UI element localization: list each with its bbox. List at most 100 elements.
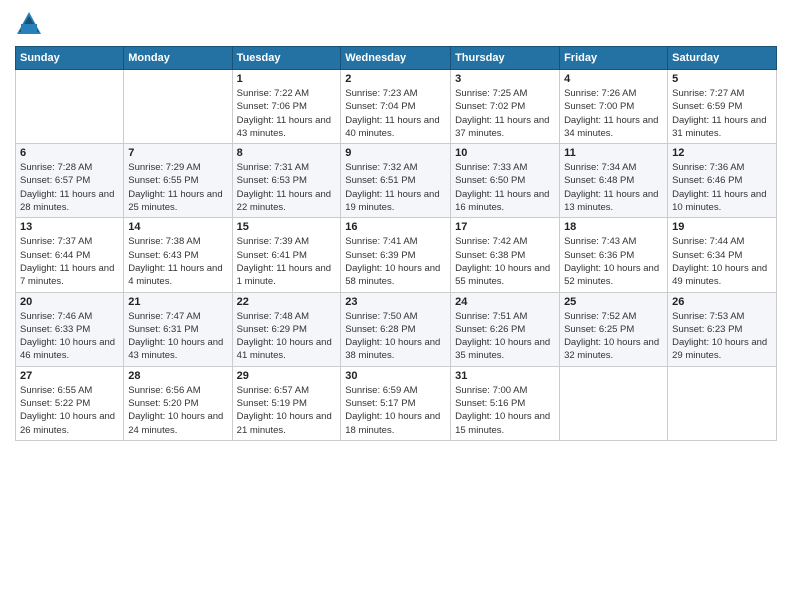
day-number: 5 <box>672 73 772 85</box>
day-number: 24 <box>455 296 555 308</box>
calendar-cell: 9 Sunrise: 7:32 AM Sunset: 6:51 PM Daylig… <box>341 144 451 218</box>
day-info: Sunrise: 7:25 AM Sunset: 7:02 PM Dayligh… <box>455 87 555 140</box>
day-number: 22 <box>237 296 337 308</box>
week-row-5: 27 Sunrise: 6:55 AM Sunset: 5:22 PM Dayli… <box>16 366 777 440</box>
day-number: 9 <box>345 147 446 159</box>
logo <box>15 10 47 38</box>
day-info: Sunrise: 7:43 AM Sunset: 6:36 PM Dayligh… <box>564 235 663 288</box>
calendar-cell: 28 Sunrise: 6:56 AM Sunset: 5:20 PM Dayli… <box>124 366 232 440</box>
day-number: 6 <box>20 147 119 159</box>
day-number: 20 <box>20 296 119 308</box>
day-info: Sunrise: 7:41 AM Sunset: 6:39 PM Dayligh… <box>345 235 446 288</box>
day-number: 4 <box>564 73 663 85</box>
col-header-monday: Monday <box>124 47 232 70</box>
week-row-1: 1 Sunrise: 7:22 AM Sunset: 7:06 PM Daylig… <box>16 70 777 144</box>
calendar-cell: 7 Sunrise: 7:29 AM Sunset: 6:55 PM Daylig… <box>124 144 232 218</box>
day-info: Sunrise: 7:44 AM Sunset: 6:34 PM Dayligh… <box>672 235 772 288</box>
day-info: Sunrise: 7:37 AM Sunset: 6:44 PM Dayligh… <box>20 235 119 288</box>
day-info: Sunrise: 7:29 AM Sunset: 6:55 PM Dayligh… <box>128 161 227 214</box>
calendar-cell <box>560 366 668 440</box>
week-row-3: 13 Sunrise: 7:37 AM Sunset: 6:44 PM Dayli… <box>16 218 777 292</box>
header-row: SundayMondayTuesdayWednesdayThursdayFrid… <box>16 47 777 70</box>
calendar-cell: 22Sunrise: 7:48 AM Sunset: 6:29 PM Dayli… <box>232 292 341 366</box>
day-info: Sunrise: 7:23 AM Sunset: 7:04 PM Dayligh… <box>345 87 446 140</box>
calendar-cell: 31 Sunrise: 7:00 AM Sunset: 5:16 PM Dayli… <box>451 366 560 440</box>
day-number: 7 <box>128 147 227 159</box>
calendar-table: SundayMondayTuesdayWednesdayThursdayFrid… <box>15 46 777 441</box>
calendar-cell <box>668 366 777 440</box>
col-header-wednesday: Wednesday <box>341 47 451 70</box>
day-info: Sunrise: 7:51 AM Sunset: 6:26 PM Dayligh… <box>455 310 555 363</box>
calendar-cell: 3 Sunrise: 7:25 AM Sunset: 7:02 PM Daylig… <box>451 70 560 144</box>
day-number: 26 <box>672 296 772 308</box>
day-info: Sunrise: 7:42 AM Sunset: 6:38 PM Dayligh… <box>455 235 555 288</box>
day-info: Sunrise: 7:00 AM Sunset: 5:16 PM Dayligh… <box>455 384 555 437</box>
calendar-cell: 11 Sunrise: 7:34 AM Sunset: 6:48 PM Dayli… <box>560 144 668 218</box>
calendar-cell: 1 Sunrise: 7:22 AM Sunset: 7:06 PM Daylig… <box>232 70 341 144</box>
calendar-cell: 4Sunrise: 7:26 AM Sunset: 7:00 PM Daylig… <box>560 70 668 144</box>
day-info: Sunrise: 6:55 AM Sunset: 5:22 PM Dayligh… <box>20 384 119 437</box>
day-number: 31 <box>455 370 555 382</box>
day-info: Sunrise: 7:36 AM Sunset: 6:46 PM Dayligh… <box>672 161 772 214</box>
calendar-cell <box>124 70 232 144</box>
calendar-cell: 6 Sunrise: 7:28 AM Sunset: 6:57 PM Daylig… <box>16 144 124 218</box>
day-info: Sunrise: 7:53 AM Sunset: 6:23 PM Dayligh… <box>672 310 772 363</box>
week-row-4: 20 Sunrise: 7:46 AM Sunset: 6:33 PM Dayli… <box>16 292 777 366</box>
calendar-cell: 20 Sunrise: 7:46 AM Sunset: 6:33 PM Dayli… <box>16 292 124 366</box>
day-number: 1 <box>237 73 337 85</box>
col-header-friday: Friday <box>560 47 668 70</box>
day-number: 30 <box>345 370 446 382</box>
calendar-cell: 30 Sunrise: 6:59 AM Sunset: 5:17 PM Dayli… <box>341 366 451 440</box>
header <box>15 10 777 38</box>
calendar-cell: 23 Sunrise: 7:50 AM Sunset: 6:28 PM Dayli… <box>341 292 451 366</box>
calendar-cell: 25 Sunrise: 7:52 AM Sunset: 6:25 PM Dayli… <box>560 292 668 366</box>
calendar-cell: 2 Sunrise: 7:23 AM Sunset: 7:04 PM Daylig… <box>341 70 451 144</box>
calendar-cell <box>16 70 124 144</box>
logo-icon <box>15 10 43 38</box>
day-info: Sunrise: 7:34 AM Sunset: 6:48 PM Dayligh… <box>564 161 663 214</box>
day-number: 13 <box>20 221 119 233</box>
calendar-cell: 18 Sunrise: 7:43 AM Sunset: 6:36 PM Dayli… <box>560 218 668 292</box>
day-info: Sunrise: 7:31 AM Sunset: 6:53 PM Dayligh… <box>237 161 337 214</box>
day-info: Sunrise: 7:27 AM Sunset: 6:59 PM Dayligh… <box>672 87 772 140</box>
day-number: 23 <box>345 296 446 308</box>
calendar-cell: 24 Sunrise: 7:51 AM Sunset: 6:26 PM Dayli… <box>451 292 560 366</box>
day-info: Sunrise: 7:46 AM Sunset: 6:33 PM Dayligh… <box>20 310 119 363</box>
day-number: 19 <box>672 221 772 233</box>
calendar-cell: 29Sunrise: 6:57 AM Sunset: 5:19 PM Dayli… <box>232 366 341 440</box>
col-header-tuesday: Tuesday <box>232 47 341 70</box>
day-info: Sunrise: 7:52 AM Sunset: 6:25 PM Dayligh… <box>564 310 663 363</box>
calendar-cell: 14Sunrise: 7:38 AM Sunset: 6:43 PM Dayli… <box>124 218 232 292</box>
day-number: 28 <box>128 370 227 382</box>
day-number: 18 <box>564 221 663 233</box>
day-number: 15 <box>237 221 337 233</box>
day-info: Sunrise: 7:39 AM Sunset: 6:41 PM Dayligh… <box>237 235 337 288</box>
calendar-cell: 21Sunrise: 7:47 AM Sunset: 6:31 PM Dayli… <box>124 292 232 366</box>
day-number: 10 <box>455 147 555 159</box>
page: SundayMondayTuesdayWednesdayThursdayFrid… <box>0 0 792 612</box>
day-info: Sunrise: 6:56 AM Sunset: 5:20 PM Dayligh… <box>128 384 227 437</box>
day-number: 8 <box>237 147 337 159</box>
calendar-cell: 8 Sunrise: 7:31 AM Sunset: 6:53 PM Daylig… <box>232 144 341 218</box>
day-info: Sunrise: 7:28 AM Sunset: 6:57 PM Dayligh… <box>20 161 119 214</box>
day-number: 11 <box>564 147 663 159</box>
col-header-saturday: Saturday <box>668 47 777 70</box>
day-number: 3 <box>455 73 555 85</box>
calendar-cell: 17 Sunrise: 7:42 AM Sunset: 6:38 PM Dayli… <box>451 218 560 292</box>
day-number: 2 <box>345 73 446 85</box>
day-number: 27 <box>20 370 119 382</box>
calendar-cell: 16Sunrise: 7:41 AM Sunset: 6:39 PM Dayli… <box>341 218 451 292</box>
day-info: Sunrise: 7:50 AM Sunset: 6:28 PM Dayligh… <box>345 310 446 363</box>
week-row-2: 6 Sunrise: 7:28 AM Sunset: 6:57 PM Daylig… <box>16 144 777 218</box>
calendar-cell: 10Sunrise: 7:33 AM Sunset: 6:50 PM Dayli… <box>451 144 560 218</box>
day-info: Sunrise: 7:22 AM Sunset: 7:06 PM Dayligh… <box>237 87 337 140</box>
day-info: Sunrise: 6:59 AM Sunset: 5:17 PM Dayligh… <box>345 384 446 437</box>
calendar-cell: 15 Sunrise: 7:39 AM Sunset: 6:41 PM Dayli… <box>232 218 341 292</box>
day-number: 21 <box>128 296 227 308</box>
day-number: 17 <box>455 221 555 233</box>
calendar-cell: 12 Sunrise: 7:36 AM Sunset: 6:46 PM Dayli… <box>668 144 777 218</box>
day-info: Sunrise: 7:32 AM Sunset: 6:51 PM Dayligh… <box>345 161 446 214</box>
day-number: 25 <box>564 296 663 308</box>
calendar-cell: 5 Sunrise: 7:27 AM Sunset: 6:59 PM Daylig… <box>668 70 777 144</box>
day-number: 12 <box>672 147 772 159</box>
